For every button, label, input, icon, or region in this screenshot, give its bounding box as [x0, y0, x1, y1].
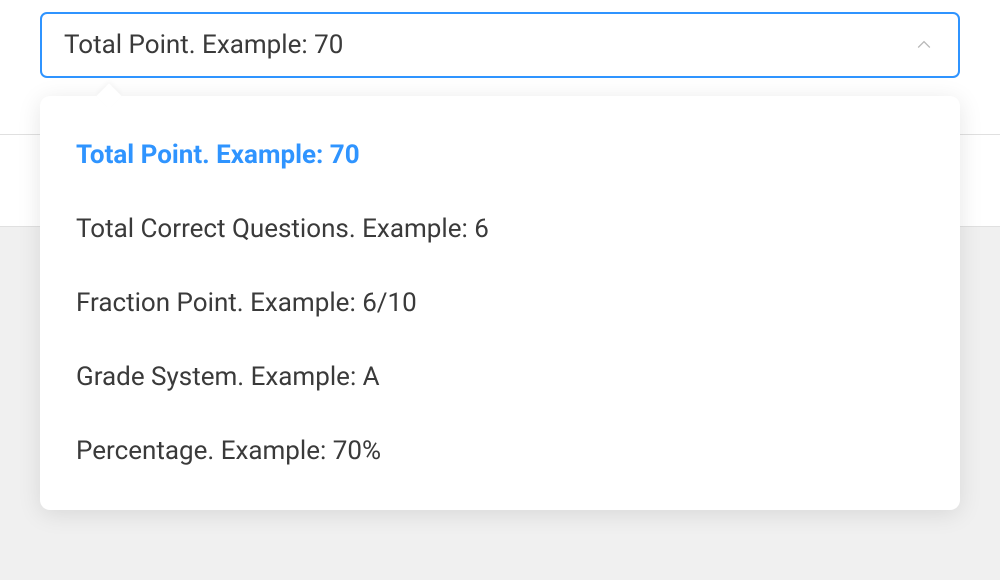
chevron-up-icon	[912, 33, 936, 57]
dropdown-option-total-correct[interactable]: Total Correct Questions. Example: 6	[40, 192, 960, 266]
dropdown-option-fraction-point[interactable]: Fraction Point. Example: 6/10	[40, 266, 960, 340]
select-current-value: Total Point. Example: 70	[64, 30, 343, 60]
dropdown-option-percentage[interactable]: Percentage. Example: 70%	[40, 414, 960, 488]
score-type-dropdown: Total Point. Example: 70 Total Correct Q…	[40, 96, 960, 510]
dropdown-option-total-point[interactable]: Total Point. Example: 70	[40, 118, 960, 192]
score-type-select[interactable]: Total Point. Example: 70	[40, 12, 960, 78]
dropdown-option-grade-system[interactable]: Grade System. Example: A	[40, 340, 960, 414]
